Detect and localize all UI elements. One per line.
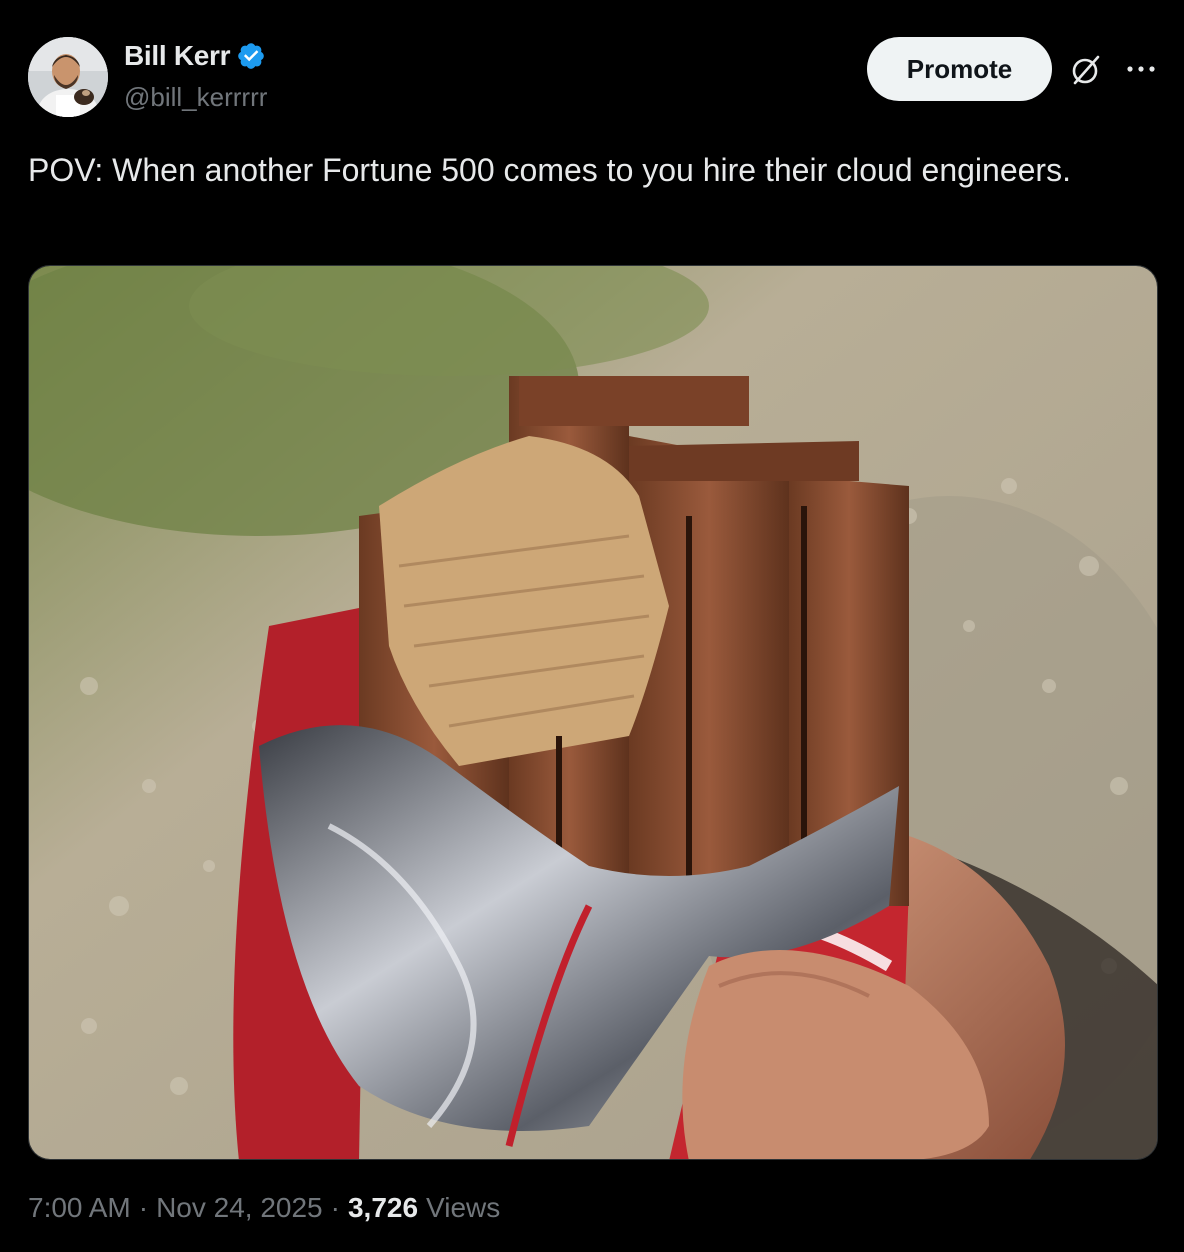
tweet-text: POV: When another Fortune 500 comes to y… <box>28 152 1071 188</box>
views-count: 3,726 <box>347 1192 419 1223</box>
tweet-date[interactable]: Nov 24, 2025 <box>156 1192 323 1224</box>
grok-icon[interactable] <box>1068 52 1104 88</box>
author-name-row: Bill Kerr <box>124 40 266 72</box>
avatar-photo <box>28 37 108 117</box>
tweet-media-photo[interactable] <box>28 265 1158 1160</box>
author-handle[interactable]: @bill_kerrrrr <box>124 82 267 113</box>
tweet-meta: 7:00 AM · Nov 24, 2025 · 3,726 Views <box>28 1192 500 1224</box>
meta-separator: · <box>330 1192 340 1223</box>
promote-button[interactable]: Promote <box>867 37 1052 101</box>
views-label: Views <box>426 1192 501 1223</box>
meta-separator: · <box>138 1192 149 1223</box>
photo-kitkat-bar <box>29 266 1157 1159</box>
more-icon[interactable] <box>1124 56 1158 82</box>
tweet: Bill Kerr @bill_kerrrrr Promote POV: Whe… <box>0 0 1184 1252</box>
author-display-name[interactable]: Bill Kerr <box>124 40 231 72</box>
tweet-time[interactable]: 7:00 AM <box>28 1192 131 1224</box>
verified-badge-icon[interactable] <box>236 41 266 71</box>
avatar[interactable] <box>28 37 108 117</box>
